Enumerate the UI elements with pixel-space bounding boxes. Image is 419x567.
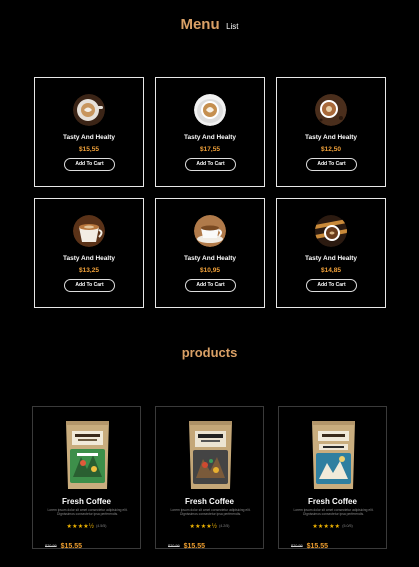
product-rating: ★★★★½ (4.5/5) bbox=[33, 522, 140, 531]
menu-card: Tasty And Healty $12,50 Add To Cart bbox=[276, 77, 386, 187]
review-count: (5.0/5) bbox=[342, 524, 353, 528]
product-price: $15.55 bbox=[306, 543, 329, 550]
menu-card: Tasty And Healty $17,55 Add To Cart bbox=[155, 77, 265, 187]
product-prices: $20.99 $15.55 bbox=[168, 535, 205, 553]
coffee-bag-icon bbox=[309, 417, 358, 490]
menu-item-price: $12,50 bbox=[321, 146, 341, 153]
old-price: $20.99 bbox=[168, 544, 180, 548]
add-to-cart-button[interactable]: Add To Cart bbox=[64, 158, 115, 171]
coffee-cup-side-icon bbox=[73, 215, 105, 247]
menu-item-name: Tasty And Healty bbox=[62, 134, 115, 141]
old-price: $20.99 bbox=[291, 544, 303, 548]
menu-item-name: Tasty And Healty bbox=[183, 255, 236, 262]
review-count: (4.5/5) bbox=[96, 524, 107, 528]
add-to-cart-button[interactable]: Add To Cart bbox=[185, 279, 236, 292]
coffee-bag-icon bbox=[63, 417, 112, 490]
menu-item-name: Tasty And Healty bbox=[62, 255, 115, 262]
product-description: Lorem ipsum dolor sit amet consectetur a… bbox=[170, 508, 251, 517]
product-price: $15.55 bbox=[60, 543, 83, 550]
menu-item-price: $15,55 bbox=[79, 146, 99, 153]
menu-card: Tasty And Healty $14,85 Add To Cart bbox=[276, 198, 386, 308]
product-description: Lorem ipsum dolor sit amet consectetur a… bbox=[293, 508, 374, 517]
product-rating: ★★★★½ (4.2/5) bbox=[156, 522, 263, 531]
product-prices: $20.99 $15.55 bbox=[45, 535, 82, 553]
product-name: Fresh Coffee bbox=[62, 497, 111, 506]
coffee-cup-top-view-icon bbox=[315, 94, 347, 126]
product-price: $15.55 bbox=[183, 543, 206, 550]
old-price: $20.99 bbox=[45, 544, 57, 548]
latte-art-cup-icon bbox=[73, 94, 105, 126]
menu-item-price: $10,95 bbox=[200, 267, 220, 274]
menu-subtitle: List bbox=[226, 22, 239, 31]
menu-item-price: $13,25 bbox=[79, 267, 99, 274]
espresso-cup-icon bbox=[194, 215, 226, 247]
add-to-cart-button[interactable]: Add To Cart bbox=[306, 279, 357, 292]
menu-card: Tasty And Healty $13,25 Add To Cart bbox=[34, 198, 144, 308]
product-rating: ★★★★★ (5.0/5) bbox=[279, 522, 386, 531]
star-rating-icon: ★★★★½ bbox=[66, 524, 95, 530]
review-count: (4.2/5) bbox=[219, 524, 230, 528]
coffee-bag-icon bbox=[186, 417, 235, 490]
menu-heading: Menu List bbox=[0, 16, 419, 34]
star-rating-icon: ★★★★★ bbox=[312, 524, 341, 530]
menu-card: Tasty And Healty $10,95 Add To Cart bbox=[155, 198, 265, 308]
menu-title: Menu bbox=[180, 16, 220, 33]
product-name: Fresh Coffee bbox=[185, 497, 234, 506]
products-title: products bbox=[181, 345, 238, 360]
product-card: Fresh Coffee Lorem ipsum dolor sit amet … bbox=[155, 406, 264, 550]
product-description: Lorem ipsum dolor sit amet consectetur a… bbox=[47, 508, 128, 517]
menu-item-name: Tasty And Healty bbox=[304, 255, 357, 262]
add-to-cart-button[interactable]: Add To Cart bbox=[64, 279, 115, 292]
menu-item-price: $17,55 bbox=[200, 146, 220, 153]
product-name: Fresh Coffee bbox=[308, 497, 357, 506]
menu-grid: Tasty And Healty $15,55 Add To Cart Tast… bbox=[34, 77, 386, 308]
add-to-cart-button[interactable]: Add To Cart bbox=[306, 158, 357, 171]
menu-item-name: Tasty And Healty bbox=[183, 134, 236, 141]
product-card: Fresh Coffee Lorem ipsum dolor sit amet … bbox=[32, 406, 141, 550]
product-card: Fresh Coffee Lorem ipsum dolor sit amet … bbox=[278, 406, 387, 550]
product-prices: $20.99 $15.55 bbox=[291, 535, 328, 553]
latte-cup-saucer-icon bbox=[194, 94, 226, 126]
menu-item-price: $14,85 bbox=[321, 267, 341, 274]
coffee-beans-cup-icon bbox=[315, 215, 347, 247]
menu-card: Tasty And Healty $15,55 Add To Cart bbox=[34, 77, 144, 187]
star-rating-icon: ★★★★½ bbox=[189, 524, 218, 530]
menu-item-name: Tasty And Healty bbox=[304, 134, 357, 141]
add-to-cart-button[interactable]: Add To Cart bbox=[185, 158, 236, 171]
